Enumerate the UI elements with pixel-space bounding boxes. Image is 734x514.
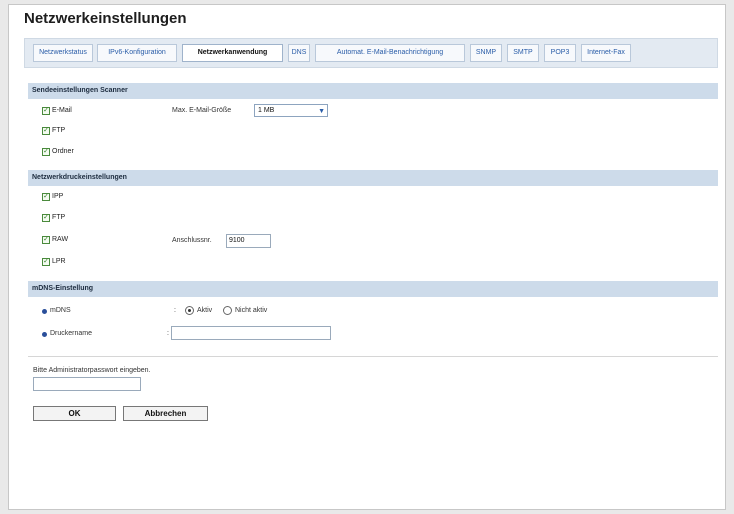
bullet-icon [42, 332, 47, 337]
admin-password-prompt: Bitte Administratorpasswort eingeben. [33, 367, 151, 374]
mdns-inactive-radio[interactable] [223, 306, 232, 315]
folder-label: Ordner [52, 148, 74, 155]
print-ftp-label: FTP [52, 214, 66, 221]
port-number-input[interactable]: 9100 [226, 234, 271, 248]
bullet-icon [42, 309, 47, 314]
printer-name-input[interactable] [171, 326, 331, 340]
scanner-ftp-checkbox[interactable]: ✓ [42, 127, 50, 135]
mdns-active-label: Aktiv [197, 307, 213, 314]
max-email-size-label: Max. E-Mail-Größe [172, 107, 232, 114]
scanner-ftp-label: FTP [52, 127, 66, 134]
max-email-size-select[interactable]: 1 MB ▼ [254, 104, 328, 117]
chevron-down-icon: ▼ [318, 108, 325, 115]
tab-dns[interactable]: DNS [288, 44, 310, 62]
settings-window [8, 4, 726, 510]
printer-name-label: Druckername [50, 330, 93, 337]
max-email-size-value: 1 MB [258, 107, 275, 114]
tab-network-status[interactable]: Netzwerkstatus [33, 44, 93, 62]
tab-bar: Netzwerkstatus IPv6-Konfiguration Netzwe… [24, 38, 718, 68]
mdns-label: mDNS [50, 307, 71, 314]
page-title: Netzwerkeinstellungen [24, 10, 187, 27]
mdns-active-radio[interactable] [185, 306, 194, 315]
tab-smtp[interactable]: SMTP [507, 44, 539, 62]
tab-pop3[interactable]: POP3 [544, 44, 576, 62]
lpr-label: LPR [52, 258, 66, 265]
network-print-section-header: Netzwerkdruckeinstellungen [28, 170, 718, 186]
scanner-section-header: Sendeeinstellungen Scanner [28, 83, 718, 99]
folder-checkbox[interactable]: ✓ [42, 148, 50, 156]
mdns-section-header: mDNS-Einstellung [28, 281, 718, 297]
tab-internet-fax[interactable]: Internet-Fax [581, 44, 631, 62]
raw-label: RAW [52, 236, 69, 243]
email-label: E-Mail [52, 107, 72, 114]
ipp-label: IPP [52, 193, 64, 200]
tab-auto-email-notification[interactable]: Automat. E-Mail-Benachrichtigung [315, 44, 465, 62]
printer-name-colon: : [167, 330, 169, 337]
tab-network-application[interactable]: Netzwerkanwendung [182, 44, 283, 62]
ipp-checkbox[interactable]: ✓ [42, 193, 50, 201]
cancel-button[interactable]: Abbrechen [123, 406, 208, 421]
lpr-checkbox[interactable]: ✓ [42, 258, 50, 266]
mdns-inactive-label: Nicht aktiv [235, 307, 268, 314]
admin-password-input[interactable] [33, 377, 141, 391]
email-checkbox[interactable]: ✓ [42, 107, 50, 115]
divider [28, 356, 718, 357]
raw-checkbox[interactable]: ✓ [42, 236, 50, 244]
ok-button[interactable]: OK [33, 406, 116, 421]
tab-ipv6-configuration[interactable]: IPv6-Konfiguration [97, 44, 177, 62]
mdns-colon: : [174, 307, 176, 314]
tab-snmp[interactable]: SNMP [470, 44, 502, 62]
print-ftp-checkbox[interactable]: ✓ [42, 214, 50, 222]
port-number-label: Anschlussnr. [172, 237, 212, 244]
